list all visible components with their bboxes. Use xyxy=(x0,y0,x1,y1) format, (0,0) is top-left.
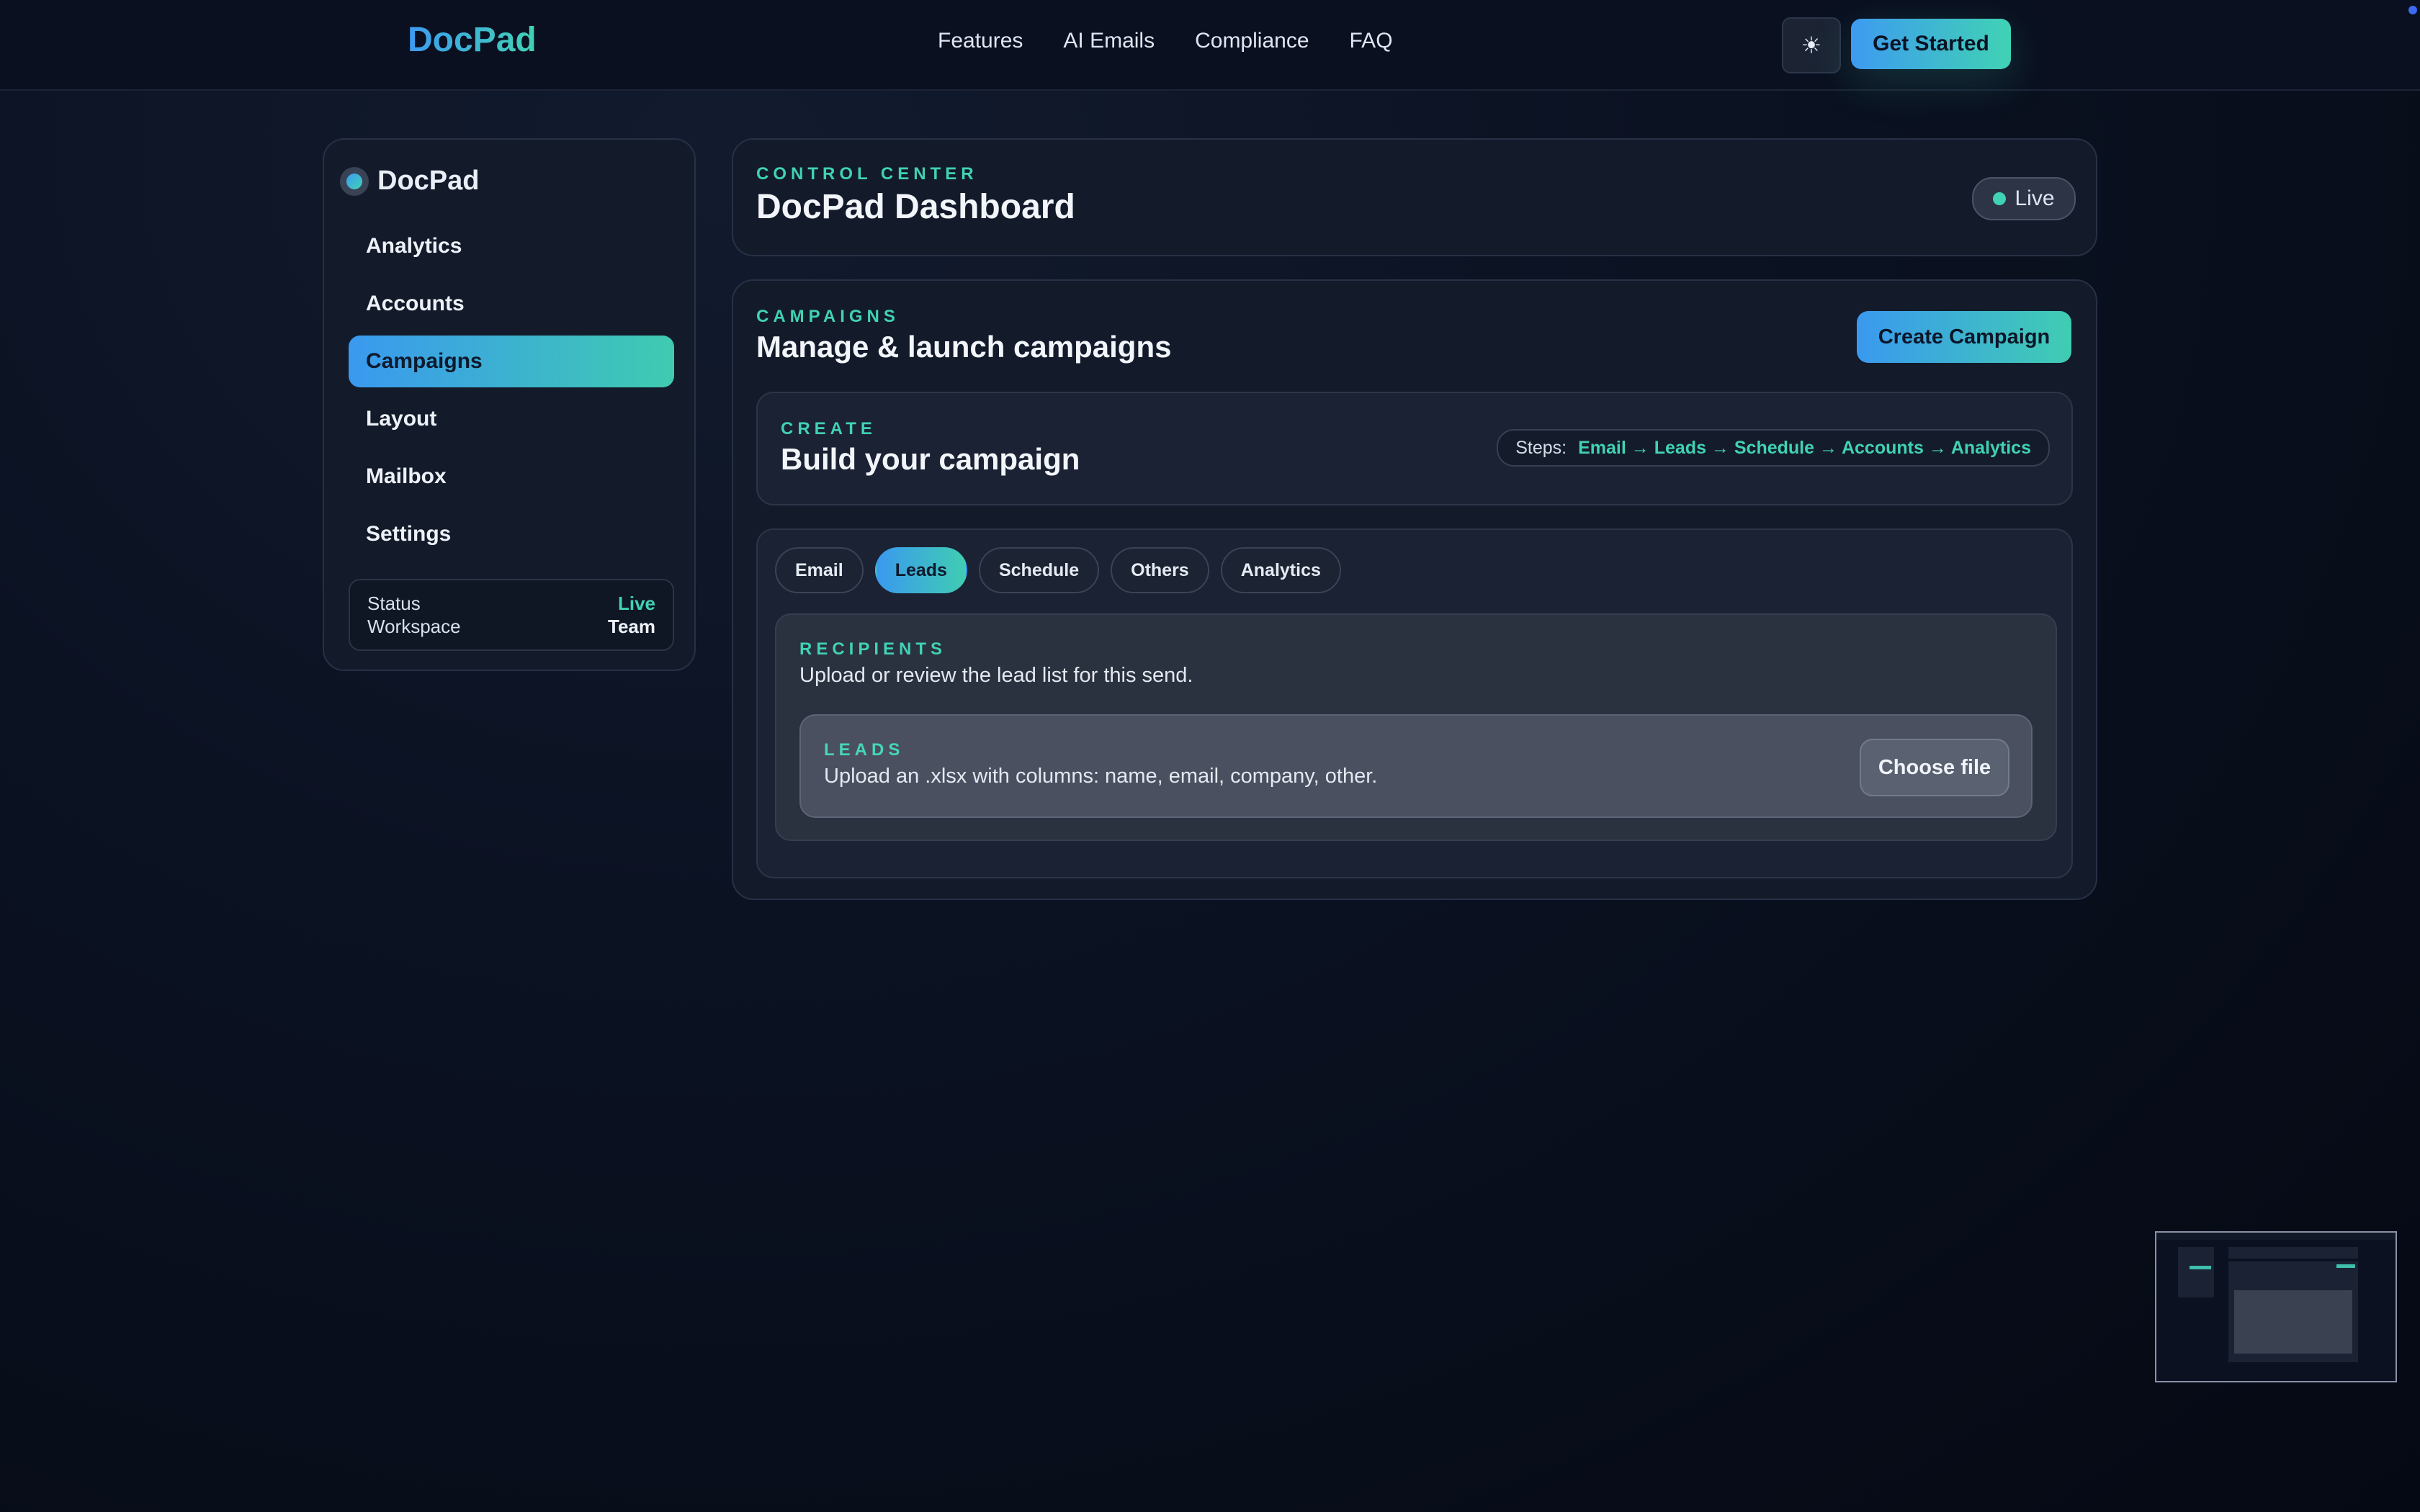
create-campaign-button[interactable]: Create Campaign xyxy=(1857,311,2071,363)
choose-file-button[interactable]: Choose file xyxy=(1860,739,2009,796)
tab-leads[interactable]: Leads xyxy=(874,547,967,593)
tab-schedule[interactable]: Schedule xyxy=(978,547,1100,593)
sidebar-item-layout[interactable]: Layout xyxy=(349,393,674,445)
status-value: Live xyxy=(617,593,655,614)
dashboard-eyebrow: CONTROL CENTER xyxy=(756,164,978,184)
live-status-badge: Live xyxy=(1972,177,2076,220)
sidebar-item-mailbox[interactable]: Mailbox xyxy=(349,451,674,503)
sun-icon: ☀ xyxy=(1801,32,1822,58)
page-title: DocPad Dashboard xyxy=(756,188,1075,226)
steps-indicator: Steps: Email → Leads → Schedule → Accoun… xyxy=(1497,429,2050,467)
tab-email[interactable]: Email xyxy=(775,547,864,593)
sidebar-item-campaigns[interactable]: Campaigns xyxy=(349,336,674,387)
recipients-eyebrow: RECIPIENTS xyxy=(799,639,947,659)
build-campaign-panel: CREATE Build your campaign Steps: Email … xyxy=(756,392,2073,505)
live-badge-label: Live xyxy=(2015,186,2055,210)
leads-description: Upload an .xlsx with columns: name, emai… xyxy=(824,765,1378,788)
recipients-section: RECIPIENTS Upload or review the lead lis… xyxy=(775,613,2057,841)
leads-upload-box: LEADS Upload an .xlsx with columns: name… xyxy=(799,714,2033,818)
recipients-description: Upload or review the lead list for this … xyxy=(799,664,1193,687)
sidebar-item-accounts[interactable]: Accounts xyxy=(349,278,674,330)
tab-others[interactable]: Others xyxy=(1111,547,1209,593)
nav-faq[interactable]: FAQ xyxy=(1350,29,1393,53)
main-nav: Features AI Emails Compliance FAQ xyxy=(938,29,1393,53)
theme-toggle-button[interactable]: ☀ xyxy=(1782,17,1841,73)
campaign-tab-bar: Email Leads Schedule Others Analytics xyxy=(775,547,1341,593)
sidebar-brand: DocPad xyxy=(340,166,479,197)
steps-sequence: Email → Leads → Schedule → Accounts → An… xyxy=(1578,437,2031,458)
sidebar-brand-label: DocPad xyxy=(377,166,480,196)
build-campaign-title: Build your campaign xyxy=(781,442,1080,476)
steps-label: Steps: xyxy=(1515,437,1567,458)
sidebar: DocPad Analytics Accounts Campaigns Layo… xyxy=(323,138,696,671)
nav-compliance[interactable]: Compliance xyxy=(1195,29,1309,53)
sidebar-item-settings[interactable]: Settings xyxy=(349,508,674,560)
top-nav-bar: DocPad Features AI Emails Compliance FAQ… xyxy=(0,0,2420,91)
campaigns-title: Manage & launch campaigns xyxy=(756,330,1172,364)
campaign-tabs-panel: Email Leads Schedule Others Analytics RE… xyxy=(756,528,2073,878)
get-started-button[interactable]: Get Started xyxy=(1851,19,2011,69)
corner-indicator-dot xyxy=(2408,6,2417,14)
tab-analytics[interactable]: Analytics xyxy=(1220,547,1341,593)
campaigns-card: CAMPAIGNS Manage & launch campaigns Crea… xyxy=(732,279,2097,900)
live-dot-icon xyxy=(1993,192,2007,205)
campaigns-eyebrow: CAMPAIGNS xyxy=(756,307,900,326)
nav-features[interactable]: Features xyxy=(938,29,1023,53)
workspace-label: Workspace xyxy=(367,616,461,637)
nav-ai-emails[interactable]: AI Emails xyxy=(1063,29,1155,53)
workspace-status-box: Status Live Workspace Team xyxy=(349,579,674,651)
dashboard-header-card: CONTROL CENTER DocPad Dashboard Live xyxy=(732,138,2097,256)
sidebar-item-analytics[interactable]: Analytics xyxy=(349,220,674,272)
status-label: Status xyxy=(367,593,421,614)
leads-eyebrow: LEADS xyxy=(824,740,905,760)
page-minimap[interactable] xyxy=(2155,1231,2397,1382)
workspace-value: Team xyxy=(608,616,655,637)
logo-dot-icon xyxy=(340,166,369,196)
create-eyebrow: CREATE xyxy=(781,419,877,438)
brand-logo[interactable]: DocPad xyxy=(408,20,537,60)
